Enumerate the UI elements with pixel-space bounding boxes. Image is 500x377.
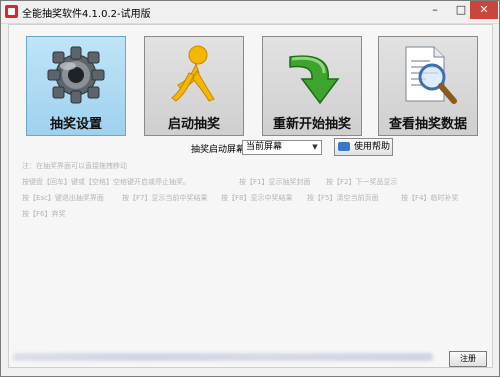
document-magnifier-icon (405, 46, 457, 104)
restart-lottery-label: 重新开始抽奖 (272, 117, 351, 132)
view-lottery-data-label: 查看抽奖数据 (388, 117, 467, 132)
note-enter-space: 按键盘【回车】键或【空格】空格键开启或停止抽奖。 (22, 178, 190, 186)
restart-arrow-icon (289, 55, 340, 105)
startup-screen-label: 抽奖启动屏幕 (191, 145, 246, 155)
help-button[interactable]: 使用帮助 (334, 138, 393, 156)
note-f8: 按【F8】显示中奖结果 (221, 194, 293, 202)
book-icon (338, 142, 350, 151)
running-person-icon (171, 45, 215, 102)
blurred-footer-text (13, 353, 433, 361)
note-esc: 按【Esc】键退出抽奖界面 (22, 194, 104, 202)
minimize-button[interactable]: – (422, 1, 448, 19)
help-button-label: 使用帮助 (354, 142, 391, 152)
note-f6: 按【F6】弃奖 (22, 210, 66, 218)
app-icon (5, 5, 18, 18)
note-f5: 按【F5】清空当前页面 (307, 194, 379, 202)
start-lottery-label: 启动抽奖 (167, 117, 220, 132)
note-f2: 按【F2】下一奖品显示 (326, 178, 398, 186)
title-bar[interactable]: 全能抽奖软件4.1.0.2-试用版 – □ ✕ (1, 1, 499, 24)
start-lottery-tile[interactable]: 启动抽奖 (144, 36, 244, 136)
startup-screen-select[interactable]: 当前屏幕 ▼ (242, 140, 322, 155)
note-f4: 按【F4】临时补奖 (401, 194, 459, 202)
startup-screen-value: 当前屏幕 (246, 142, 283, 152)
close-button[interactable]: ✕ (470, 1, 498, 19)
note-f7: 按【F7】显示当前中奖结果 (122, 194, 208, 202)
main-panel: 抽奖设置 启动抽奖 重新开始抽奖 查看抽奖数据 抽奖启动屏幕 当前屏幕 ▼ 使用… (8, 24, 493, 368)
view-lottery-data-tile[interactable]: 查看抽奖数据 (378, 36, 478, 136)
register-button[interactable]: 注册 (449, 351, 487, 367)
note-drag: 注：在抽奖界面可以直接拖拽移动 (22, 162, 127, 170)
window-title: 全能抽奖软件4.1.0.2-试用版 (22, 9, 151, 20)
gear-icon (47, 46, 105, 104)
chevron-down-icon: ▼ (312, 143, 318, 151)
app-window: 全能抽奖软件4.1.0.2-试用版 – □ ✕ 抽奖设置 启动抽奖 重新开始抽奖… (0, 0, 500, 377)
note-f1: 按【F1】显示抽奖封面 (239, 178, 311, 186)
lottery-settings-tile[interactable]: 抽奖设置 (26, 36, 126, 136)
restart-lottery-tile[interactable]: 重新开始抽奖 (262, 36, 362, 136)
lottery-settings-label: 抽奖设置 (49, 117, 102, 132)
